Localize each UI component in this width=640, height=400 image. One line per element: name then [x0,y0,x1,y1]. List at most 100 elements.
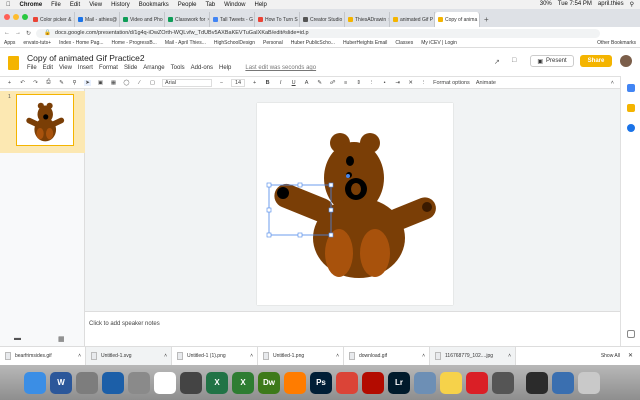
font-size-increase[interactable]: + [251,80,258,86]
bookmark-item[interactable]: Apps [4,40,15,46]
clock[interactable]: Tue 7:54 PM [558,1,592,8]
present-button[interactable]: ▣ Present [530,55,574,67]
italic-icon[interactable]: I [277,80,284,86]
dreamweaver-icon[interactable]: Dw [258,371,280,394]
bookmark-item[interactable]: Home - ProgressB... [112,40,157,46]
add-addon-icon[interactable] [627,330,635,338]
font-size-input[interactable]: 14 [231,78,246,87]
download-options-icon[interactable]: ˄ [508,353,511,359]
user-menu[interactable]: april.thies [598,1,624,8]
underline-icon[interactable]: U [290,80,297,86]
bookmark-item[interactable]: Classes [395,40,413,46]
mac-menu-help[interactable]: Help [255,2,267,8]
align-icon[interactable]: ≡ [342,80,349,86]
link-icon[interactable]: ☍ [329,80,336,86]
mac-menu-bookmarks[interactable]: Bookmarks [139,2,169,8]
bookmark-item[interactable]: Index - Home Pag... [59,40,103,46]
launchpad-icon[interactable] [76,371,98,394]
slide-thumbnail[interactable] [16,94,74,146]
close-window-button[interactable] [4,14,10,20]
browser-tab[interactable]: How To Turn S× [255,12,300,27]
docs-menu-view[interactable]: View [59,65,72,71]
font-size-decrease[interactable]: − [218,80,225,86]
font-family-select[interactable]: Arial [162,78,212,87]
browser-tab[interactable]: Creator Studio× [300,12,345,27]
docs-menu-file[interactable]: File [27,65,37,71]
trash-icon[interactable] [578,371,600,394]
zoom-icon[interactable]: ⚲ [71,80,78,86]
bookmark-item[interactable]: Personal [263,40,283,46]
chrome-icon[interactable] [336,371,358,394]
browser-tab[interactable]: Classwork for × [165,12,210,27]
collapse-toolbar-icon[interactable]: ˄ [611,80,614,86]
forward-icon[interactable]: → [15,30,21,36]
download-item[interactable]: download.gif ˄ [344,346,430,366]
document-title[interactable]: Copy of animated Gif Practice2 [27,53,145,63]
grid-view-icon[interactable]: ▦ [58,335,65,343]
close-downloads-icon[interactable]: ✕ [628,352,633,359]
numbered-list-icon[interactable]: ⋮ [368,80,375,86]
docs-menu-format[interactable]: Format [99,65,118,71]
mac-menu-people[interactable]: People [178,2,197,8]
docs-menu-tools[interactable]: Tools [171,65,185,71]
show-all-downloads-button[interactable]: Show All [601,353,640,359]
print-icon[interactable]: ⎙ [45,79,52,86]
mac-menu-tab[interactable]: Tab [205,2,215,8]
tasks-addon-icon[interactable] [627,124,635,132]
download-options-icon[interactable]: ˄ [422,353,425,359]
bold-icon[interactable]: B [264,80,271,86]
redo-icon[interactable]: ↷ [32,80,39,86]
bookmark-item[interactable]: Mail - April Thies... [165,40,206,46]
dreamweaver-x-icon[interactable]: X [232,371,254,394]
app-menu[interactable]: Chrome [20,2,43,8]
download-item[interactable]: 116768779_102....jpg ˄ [430,346,516,366]
bookmark-item[interactable]: My iCEV | Login [421,40,457,46]
docs-menu-arrange[interactable]: Arrange [143,65,164,71]
format-options-button[interactable]: Format options [433,80,470,86]
bookmark-item[interactable]: Other Bookmarks [597,40,640,46]
keep-addon-icon[interactable] [627,104,635,112]
browser-tab[interactable]: Video and Pho× [120,12,165,27]
more-icon[interactable]: ⋮ [420,80,427,86]
illustrator-icon[interactable] [284,371,306,394]
search-icon[interactable]: ⚲ [630,1,634,8]
docs-menu-edit[interactable]: Edit [43,65,53,71]
reload-icon[interactable]: ↻ [26,30,31,37]
browser-tab[interactable]: Mail - athies@× [75,12,120,27]
finder-icon[interactable] [24,371,46,394]
undo-icon[interactable]: ↶ [19,80,26,86]
close-tab-icon[interactable]: × [479,17,480,23]
clear-format-icon[interactable]: ✕ [407,80,414,86]
address-bar[interactable]: 🔒 docs.google.com/presentation/d/1g4q-iO… [36,28,600,38]
download-item[interactable]: Untitled-1.svg ˄ [86,346,172,366]
download-options-icon[interactable]: ˄ [78,353,81,359]
bookmark-item[interactable]: envato-tuts+ [23,40,51,46]
bookmark-item[interactable]: Huber PublicScho... [291,40,335,46]
download-options-icon[interactable]: ˄ [336,353,339,359]
mac-menu-file[interactable]: File [51,2,61,8]
lightroom-icon[interactable]: Lr [388,371,410,394]
calendar-icon[interactable] [154,371,176,394]
add-slide-icon[interactable]: + [6,80,13,86]
activity-icon[interactable]: ↗ [494,58,500,66]
bookmark-item[interactable]: HuberHeights Email [343,40,387,46]
download-options-icon[interactable]: ˄ [250,353,253,359]
photoshop-icon[interactable]: Ps [310,371,332,394]
text-color-icon[interactable]: A [303,80,310,86]
mac-menu-history[interactable]: History [111,2,130,8]
docs-menu-add-ons[interactable]: Add-ons [191,65,213,71]
bulleted-list-icon[interactable]: • [381,80,388,86]
acrobat-icon[interactable] [362,371,384,394]
bookmark-item[interactable]: HighSchoolDesign [214,40,255,46]
avatar[interactable] [620,55,632,67]
filmstrip-view-icon[interactable]: ▬ [14,335,21,342]
system-preferences-icon[interactable] [128,371,150,394]
apple-icon[interactable]:  [6,2,11,8]
line-icon[interactable]: ∕ [136,80,143,86]
slides-logo-icon[interactable] [8,56,19,70]
download-item[interactable]: bearfrimsides.gif ˄ [0,346,86,366]
paint-format-icon[interactable]: ✎ [58,80,65,86]
download-options-icon[interactable]: ˄ [164,353,167,359]
notes-icon[interactable] [440,371,462,394]
mac-menu-window[interactable]: Window [224,2,245,8]
